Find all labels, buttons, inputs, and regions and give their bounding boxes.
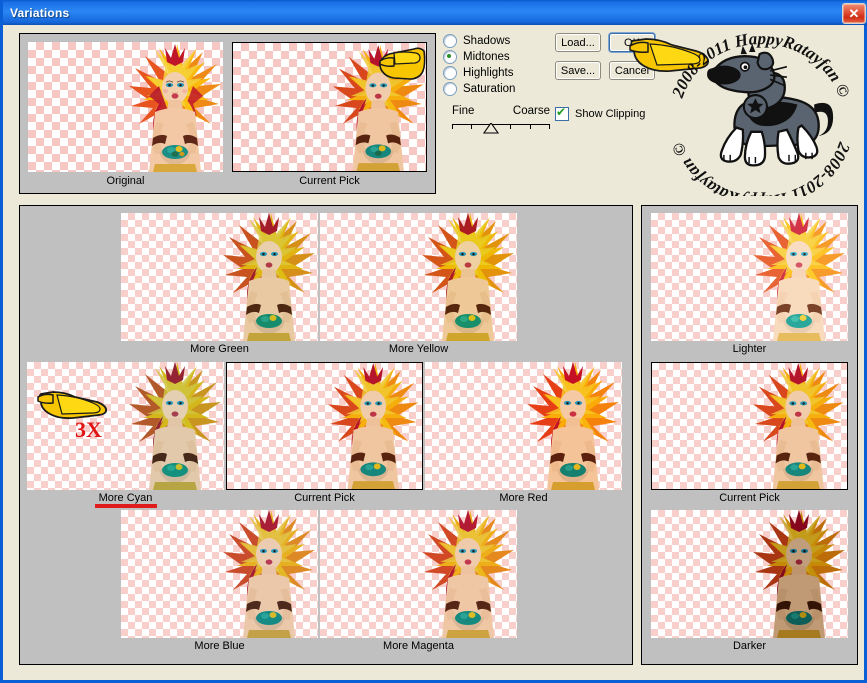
slider-thumb[interactable] bbox=[483, 123, 499, 134]
variation-side-current-pick[interactable]: Current Pick bbox=[651, 362, 848, 504]
slider-tick bbox=[471, 124, 472, 129]
variation-more-green[interactable]: More Green bbox=[121, 213, 318, 355]
title-bar: Variations ✕ bbox=[3, 0, 867, 25]
variation-more-cyan-label: More Cyan bbox=[27, 492, 224, 504]
variation-lighter[interactable]: Lighter bbox=[651, 213, 848, 355]
slider-tick bbox=[530, 124, 531, 129]
variation-more-red-image[interactable] bbox=[425, 362, 622, 490]
model-figure bbox=[527, 362, 619, 490]
slider-max-label: Coarse bbox=[512, 105, 550, 117]
variation-current-pick[interactable]: Current Pick bbox=[226, 362, 423, 504]
model-figure bbox=[223, 510, 315, 638]
watermark-logo: 2008-2011 HappyRatayfan © 2008-2011 Happ… bbox=[668, 29, 854, 196]
preview-panel: Original Current Pick bbox=[19, 33, 436, 194]
radio-midtones-icon[interactable] bbox=[443, 50, 457, 64]
variation-current-pick-label: Current Pick bbox=[294, 492, 355, 504]
radio-shadows-label: Shadows bbox=[463, 35, 511, 47]
button-row-2: Save... Cancel bbox=[555, 61, 660, 80]
model-figure bbox=[752, 363, 844, 489]
variation-more-green-image[interactable] bbox=[121, 213, 318, 341]
lightness-column: Lighter Current Pick Darker bbox=[641, 205, 858, 665]
variations-dialog: Variations ✕ Original Current Pick Shado… bbox=[0, 0, 867, 683]
variation-more-blue-image[interactable] bbox=[121, 510, 318, 638]
model-figure bbox=[129, 44, 221, 172]
slider-tick bbox=[549, 124, 550, 129]
model-figure bbox=[753, 213, 845, 341]
model-figure bbox=[422, 510, 514, 638]
model-figure bbox=[753, 510, 845, 638]
variation-more-red-label: More Red bbox=[499, 492, 548, 504]
annotation-3x-label: 3X bbox=[75, 417, 102, 442]
variations-grid: More Green More Yellow 3X More Cyan Curr… bbox=[19, 205, 633, 665]
watermark-text-bottom: 2008-2011 HappyRatayfan © bbox=[668, 139, 854, 196]
preview-current-pick-label: Current Pick bbox=[299, 175, 360, 187]
preview-original[interactable]: Original bbox=[28, 42, 223, 187]
variation-darker-label: Darker bbox=[732, 640, 766, 652]
radio-highlights-label: Highlights bbox=[463, 67, 514, 79]
variation-more-magenta-image[interactable] bbox=[320, 510, 517, 638]
variation-side-current-pick-label: Current Pick bbox=[719, 492, 780, 504]
radio-saturation-label: Saturation bbox=[463, 83, 516, 95]
controls-area: Shadows Midtones Highlights Saturation F… bbox=[443, 33, 658, 153]
checkbox-icon[interactable] bbox=[555, 105, 569, 121]
variation-current-pick-image[interactable] bbox=[226, 362, 423, 490]
slider-track[interactable] bbox=[452, 118, 550, 134]
variation-more-yellow[interactable]: More Yellow bbox=[320, 213, 517, 355]
fine-coarse-slider[interactable]: Fine Coarse bbox=[452, 105, 550, 134]
variation-lighter-image[interactable] bbox=[651, 213, 848, 341]
radio-highlights-icon[interactable] bbox=[443, 66, 457, 80]
radio-midtones-label: Midtones bbox=[463, 51, 510, 63]
variation-darker-image[interactable] bbox=[651, 510, 848, 638]
radio-saturation-icon[interactable] bbox=[443, 82, 457, 96]
radio-shadows-icon[interactable] bbox=[443, 34, 457, 48]
slider-line bbox=[452, 124, 550, 125]
button-row-1: Load... OK bbox=[555, 33, 660, 52]
pointer-hand-icon bbox=[379, 47, 426, 80]
variation-more-magenta-label: More Magenta bbox=[383, 640, 454, 652]
model-figure bbox=[129, 362, 221, 490]
variation-lighter-label: Lighter bbox=[732, 343, 767, 355]
cancel-button[interactable]: Cancel bbox=[609, 61, 655, 80]
slider-end-labels: Fine Coarse bbox=[452, 105, 550, 117]
variation-more-cyan-image[interactable]: 3X bbox=[27, 362, 224, 490]
preview-current-pick[interactable]: Current Pick bbox=[232, 42, 427, 187]
preview-current-pick-image[interactable] bbox=[232, 42, 427, 172]
watermark-text-top: 2008-2011 HappyRatayfan © bbox=[668, 29, 854, 101]
close-icon[interactable]: ✕ bbox=[842, 3, 866, 24]
model-figure bbox=[422, 213, 514, 341]
slider-tick bbox=[510, 124, 511, 129]
variation-more-blue[interactable]: More Blue bbox=[121, 510, 318, 652]
variation-more-yellow-label: More Yellow bbox=[388, 343, 449, 355]
variation-more-red[interactable]: More Red bbox=[425, 362, 622, 504]
model-figure bbox=[327, 363, 419, 489]
slider-tick bbox=[452, 124, 453, 129]
window-title: Variations bbox=[10, 5, 70, 20]
slider-min-label: Fine bbox=[452, 105, 475, 117]
variation-more-green-label: More Green bbox=[190, 343, 249, 355]
show-clipping-label: Show Clipping bbox=[575, 108, 646, 120]
variation-more-magenta[interactable]: More Magenta bbox=[320, 510, 517, 652]
dialog-buttons: Load... OK Save... Cancel bbox=[555, 33, 660, 89]
variation-more-cyan[interactable]: 3X More Cyan bbox=[27, 362, 224, 504]
variation-more-blue-label: More Blue bbox=[194, 640, 245, 652]
variation-side-current-pick-image[interactable] bbox=[651, 362, 848, 490]
model-figure bbox=[223, 213, 315, 341]
variation-more-yellow-image[interactable] bbox=[320, 213, 517, 341]
model-figure bbox=[332, 44, 424, 171]
save-button[interactable]: Save... bbox=[555, 61, 601, 80]
preview-original-image[interactable] bbox=[28, 42, 223, 172]
show-clipping-checkbox[interactable]: Show Clipping bbox=[555, 105, 646, 121]
ok-button[interactable]: OK bbox=[609, 33, 655, 52]
watermark-dog-icon bbox=[707, 43, 834, 167]
variation-darker[interactable]: Darker bbox=[651, 510, 848, 652]
load-button[interactable]: Load... bbox=[555, 33, 601, 52]
preview-original-label: Original bbox=[106, 175, 145, 187]
